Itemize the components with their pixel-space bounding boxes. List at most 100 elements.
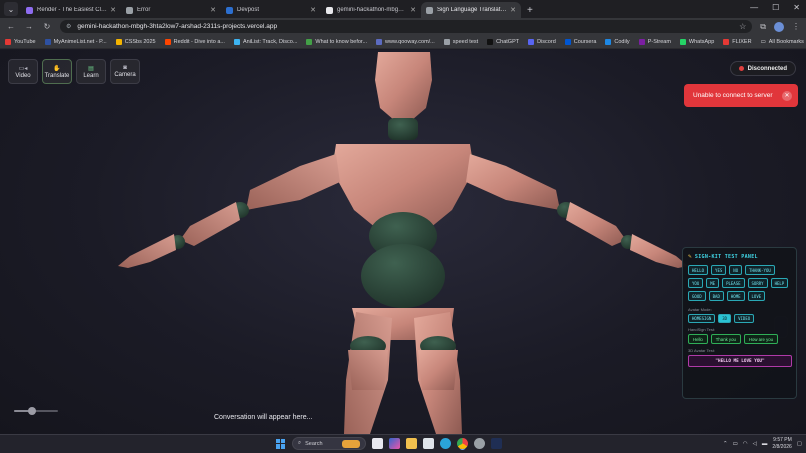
close-icon[interactable]: ✕ [782,90,792,101]
close-window-icon[interactable]: ✕ [793,3,800,12]
notification-icon[interactable]: ▢ [797,441,802,447]
bookmark-item[interactable]: www.qooway.com/... [376,38,435,45]
close-icon[interactable]: ✕ [410,6,416,14]
close-icon[interactable]: ✕ [310,6,316,14]
sign-button[interactable]: SORRY [747,278,768,288]
bookmark-favicon-icon [306,38,313,45]
bookmark-item[interactable]: AniList: Track, Disco... [233,38,298,45]
sign-button[interactable]: GOOD [688,291,706,301]
bookmark-item[interactable]: What to know befor... [306,38,368,45]
toast-message: Unable to connect to server [693,92,773,99]
sign-button[interactable]: PLEASE [722,278,745,288]
avatar-mode-button-active[interactable]: 3D [718,314,732,323]
bookmark-item[interactable]: Codily [605,38,630,45]
folder-icon: ▭ [760,38,766,45]
sign-button[interactable]: HOME [726,291,745,301]
bookmark-label: AniList: Track, Disco... [242,38,298,45]
tab-search-button[interactable]: ⌄ [4,2,18,16]
wifi-icon[interactable]: ◠ [743,441,748,447]
phrase-button[interactable]: Hello [688,334,708,344]
battery-icon[interactable]: ▬ [762,441,768,447]
sign-button[interactable]: LOVE [747,291,766,301]
bookmark-favicon-icon [443,38,450,45]
sign-button[interactable]: THANK-YOU [745,265,775,275]
tab-favicon-icon [426,6,433,14]
sign-button[interactable]: YES [711,265,727,275]
edge-icon[interactable] [440,438,451,449]
app-icon[interactable] [491,438,502,449]
bookmark-item[interactable]: CSSbs 2025 [115,38,156,45]
bookmark-favicon-icon [44,38,51,45]
all-bookmarks-button[interactable]: ▭ All Bookmarks [761,39,804,45]
browser-tab[interactable]: Error ✕ [121,2,221,18]
translate-mode-button[interactable]: ✋ Translate [42,59,72,84]
chevron-up-icon[interactable]: ⌃ [723,441,728,447]
bookmark-item[interactable]: MyAnimeList.net - P... [44,38,107,45]
bookmark-label: What to know befor... [315,38,368,45]
screen: ⌄ Render - The Easiest Cloud For ✕ Error… [0,0,806,453]
keyboard-icon[interactable]: ▭ [733,441,738,447]
forward-icon[interactable]: → [24,22,34,31]
bookmark-item[interactable]: Discord [528,38,556,45]
file-explorer-icon[interactable] [406,438,417,449]
close-icon[interactable]: ✕ [510,6,516,14]
back-icon[interactable]: ← [6,22,16,31]
store-icon[interactable] [423,438,434,449]
reload-icon[interactable]: ↻ [42,22,52,31]
profile-avatar[interactable] [774,21,784,32]
browser-tab[interactable]: Devpost ✕ [221,2,321,18]
bookmark-item[interactable]: ChatGPT [487,38,520,45]
close-icon[interactable]: ✕ [110,6,116,14]
browser-tab-active[interactable]: Sign Language Translator | AI-P ✕ [421,2,521,18]
address-bar[interactable]: ⚙ gemini-hackathon-mbgh-3hta2low7-arshad… [60,20,753,33]
chrome-icon[interactable] [457,438,468,449]
all-bookmarks-label: All Bookmarks [768,38,804,45]
bookmark-item[interactable]: Coursera [564,38,596,45]
sign-button[interactable]: NO [729,265,743,275]
bookmark-item[interactable]: FLIXER [723,38,752,45]
sign-button[interactable]: ME [706,278,720,288]
bookmark-item[interactable]: YouTube [5,38,36,45]
close-icon[interactable]: ✕ [210,6,216,14]
extensions-icon[interactable]: ⧉ [760,22,766,32]
video-mode-button[interactable]: ▭◂ Video [8,59,38,84]
bookmark-favicon-icon [164,38,171,45]
settings-icon[interactable] [474,438,485,449]
maximize-icon[interactable]: ☐ [772,3,779,12]
sign-button[interactable]: BAD [708,291,724,301]
menu-icon[interactable]: ⋮ [792,22,800,31]
browser-tab[interactable]: gemini-hackathon-mbgh - Dep ✕ [321,2,421,18]
bookmark-item[interactable]: WhatsApp [679,38,714,45]
tab-favicon-icon [326,6,333,14]
bookmark-label: ChatGPT [496,38,520,45]
tab-title: Sign Language Translator | AI-P [437,7,507,13]
phrase-button[interactable]: Thank you [710,334,741,344]
taskbar-search[interactable]: ⌕ Search [292,437,366,450]
search-icon: ⌕ [298,440,302,446]
clock[interactable]: 9:57 PM 2/8/2026 [772,437,791,451]
avatar-mode-button[interactable]: VIDEO [734,314,755,323]
minimize-icon[interactable]: — [750,3,758,12]
camera-mode-button[interactable]: ◙ Camera [110,59,140,84]
bookmark-item[interactable]: speed test [443,38,478,45]
sign-button[interactable]: YOU [688,278,704,288]
site-info-icon[interactable]: ⚙ [66,23,71,30]
avatar-mode-selector: HOMESIGN 3D VIDEO [688,314,791,323]
avatar-mode-button[interactable]: HOMESIGN [688,314,716,323]
new-tab-icon[interactable]: + [527,5,533,16]
bookmark-star-icon[interactable]: ☆ [739,22,746,31]
volume-icon[interactable]: ◁ [753,441,757,447]
bookmark-item[interactable]: P-Stream [638,38,671,45]
avatar-text-test-button[interactable]: "HELLO ME LOVE YOU" [688,355,792,367]
sign-button[interactable]: HELLO [688,265,709,275]
copilot-icon[interactable] [389,438,400,449]
speed-slider[interactable] [14,406,58,416]
learn-mode-button[interactable]: ▤ Learn [76,59,106,84]
windows-start-icon[interactable] [276,438,286,449]
bookmark-item[interactable]: Reddit - Dive into a... [164,38,225,45]
task-view-icon[interactable] [372,438,383,449]
slider-thumb[interactable] [27,407,36,415]
sign-button[interactable]: HELP [770,278,789,288]
browser-tab[interactable]: Render - The Easiest Cloud For ✕ [21,2,121,18]
phrase-button[interactable]: How are you [743,334,778,344]
